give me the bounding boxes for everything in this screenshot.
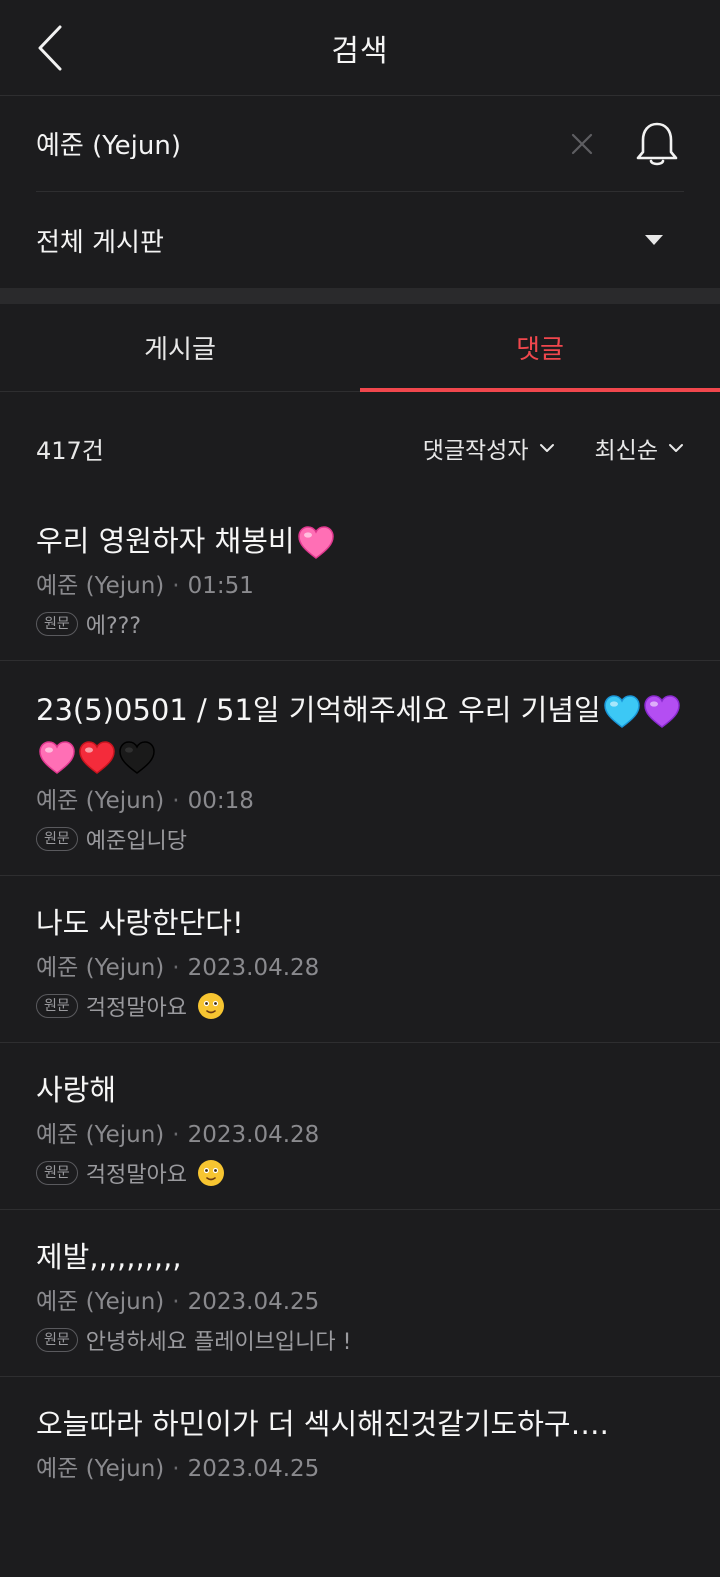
tab-comments[interactable]: 댓글	[360, 304, 720, 392]
red-heart-icon	[79, 741, 115, 774]
item-meta: 예준 (Yejun) · 2023.04.25	[36, 1280, 684, 1324]
origin-badge: 원문	[36, 1161, 78, 1185]
list-item[interactable]: 나도 사랑한단다! 예준 (Yejun) · 2023.04.28 원문 걱정말아요	[0, 876, 720, 1043]
item-meta: 예준 (Yejun) · 00:18	[36, 779, 684, 823]
pink-heart-icon	[297, 526, 334, 559]
origin-badge: 원문	[36, 612, 78, 636]
bell-icon	[636, 122, 678, 166]
close-icon	[571, 133, 593, 155]
list-item[interactable]: 오늘따라 하민이가 더 섹시해진것같기도하구…. 예준 (Yejun) · 2023…	[0, 1377, 720, 1491]
item-title-row: 우리 영원하자 채봉비	[36, 518, 684, 564]
back-button[interactable]	[30, 22, 70, 74]
list-item[interactable]: 23(5)0501 / 51일 기억해주세요 우리 기념일 예준 (Yejun)…	[0, 661, 720, 876]
search-bar	[36, 96, 684, 192]
item-author: 예준 (Yejun)	[36, 573, 165, 599]
meta-separator: ·	[172, 1289, 180, 1315]
filter-bar: 417건 댓글작성자 최신순	[0, 392, 720, 504]
page-title: 검색	[331, 33, 389, 69]
meta-separator: ·	[172, 1456, 180, 1482]
item-title: 우리 영원하자 채봉비	[36, 524, 295, 558]
meta-separator: ·	[172, 788, 180, 814]
origin-text: 걱정말아요	[85, 1163, 187, 1188]
meta-separator: ·	[172, 1122, 180, 1148]
item-date: 01:51	[187, 573, 254, 599]
blue-heart-icon	[603, 695, 640, 728]
search-input[interactable]	[36, 128, 516, 159]
origin-text: 에???	[85, 614, 142, 639]
origin-badge: 원문	[36, 994, 78, 1018]
dropdown-arrow-icon	[645, 235, 663, 245]
item-title: 23(5)0501 / 51일 기억해주세요 우리 기념일	[36, 693, 601, 727]
origin-text: 안녕하세요 플레이브입니다 !	[85, 1330, 352, 1355]
pink-heart-icon	[39, 741, 75, 774]
list-item[interactable]: 사랑해 예준 (Yejun) · 2023.04.28 원문 걱정말아요	[0, 1043, 720, 1210]
list-item[interactable]: 우리 영원하자 채봉비 예준 (Yejun) · 01:51 원문 에???	[0, 504, 720, 661]
chevron-down-icon	[539, 444, 554, 452]
item-title: 사랑해	[36, 1073, 117, 1107]
chevron-left-icon	[38, 25, 62, 71]
item-title: 제발,,,,,,,,,,	[36, 1240, 182, 1274]
chevron-down-icon	[669, 444, 683, 452]
item-emojis	[295, 524, 335, 559]
item-date: 00:18	[187, 788, 254, 814]
item-origin: 원문 걱정말아요	[36, 990, 684, 1022]
item-origin: 원문 에???	[36, 608, 684, 640]
smiling-face-icon	[197, 993, 224, 1019]
meta-separator: ·	[172, 955, 180, 981]
result-count: 417건	[36, 436, 104, 465]
item-date: 2023.04.28	[187, 955, 320, 981]
smiling-face-icon	[197, 1160, 224, 1186]
author-filter-label: 댓글작성자	[422, 438, 529, 464]
result-tabs: 게시글 댓글	[0, 304, 720, 392]
item-author: 예준 (Yejun)	[36, 1122, 165, 1148]
item-origin: 원문 안녕하세요 플레이브입니다 !	[36, 1324, 684, 1356]
item-title-row: 23(5)0501 / 51일 기억해주세요 우리 기념일	[36, 687, 684, 779]
origin-text: 예준입니당	[85, 829, 187, 854]
origin-text: 걱정말아요	[85, 996, 187, 1021]
item-origin: 원문 걱정말아요	[36, 1157, 684, 1189]
board-selected-label: 전체 게시판	[36, 227, 164, 258]
item-title: 오늘따라 하민이가 더 섹시해진것같기도하구….	[36, 1407, 609, 1441]
item-author: 예준 (Yejun)	[36, 1456, 165, 1482]
board-selector[interactable]: 전체 게시판	[36, 192, 684, 288]
author-filter-dropdown[interactable]: 댓글작성자	[423, 431, 555, 465]
item-meta: 예준 (Yejun) · 2023.04.28	[36, 946, 684, 990]
top-bar: 검색	[0, 0, 720, 96]
item-date: 2023.04.25	[187, 1456, 320, 1482]
origin-badge: 원문	[36, 827, 78, 851]
tab-posts[interactable]: 게시글	[0, 304, 360, 391]
item-author: 예준 (Yejun)	[36, 788, 165, 814]
comment-list: 우리 영원하자 채봉비 예준 (Yejun) · 01:51 원문 에??? 23(…	[0, 504, 720, 1491]
clear-search-button[interactable]	[570, 132, 594, 156]
notification-button[interactable]	[634, 120, 680, 168]
item-origin: 원문 예준입니당	[36, 823, 684, 855]
item-meta: 예준 (Yejun) · 2023.04.28	[36, 1113, 684, 1157]
sort-dropdown[interactable]: 최신순	[595, 431, 684, 465]
purple-heart-icon	[643, 695, 680, 728]
item-author: 예준 (Yejun)	[36, 955, 165, 981]
meta-separator: ·	[172, 573, 180, 599]
item-author: 예준 (Yejun)	[36, 1289, 165, 1315]
item-date: 2023.04.25	[187, 1289, 320, 1315]
item-title: 나도 사랑한단다!	[36, 906, 244, 940]
black-heart-icon	[119, 741, 155, 774]
item-meta: 예준 (Yejun) · 01:51	[36, 564, 684, 608]
item-meta: 예준 (Yejun) · 2023.04.25	[36, 1447, 684, 1491]
sort-label: 최신순	[594, 438, 658, 464]
origin-badge: 원문	[36, 1328, 78, 1352]
section-divider	[0, 288, 720, 304]
item-date: 2023.04.28	[187, 1122, 320, 1148]
list-item[interactable]: 제발,,,,,,,,,, 예준 (Yejun) · 2023.04.25 원문 안녕…	[0, 1210, 720, 1377]
